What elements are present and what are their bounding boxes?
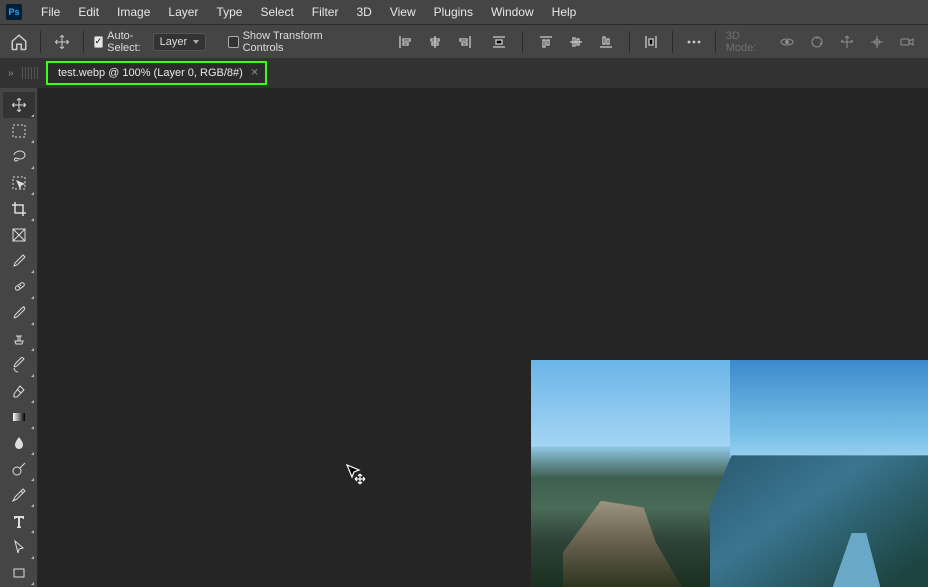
separator (715, 31, 716, 53)
align-left-icon[interactable] (392, 29, 418, 55)
menu-view[interactable]: View (381, 0, 425, 24)
auto-select-label: Auto-Select: (107, 30, 149, 54)
move-tool-icon[interactable] (51, 29, 73, 55)
tool-eraser[interactable] (3, 378, 35, 404)
3d-pan-icon[interactable] (834, 29, 860, 55)
menu-file[interactable]: File (32, 0, 69, 24)
align-vcenter-icon[interactable] (563, 29, 589, 55)
tool-pen[interactable] (3, 482, 35, 508)
document-tab[interactable]: test.webp @ 100% (Layer 0, RGB/8#) ✕ (46, 61, 267, 85)
tool-history-brush[interactable] (3, 352, 35, 378)
3d-mode-group (774, 29, 920, 55)
menu-plugins[interactable]: Plugins (425, 0, 482, 24)
tool-lasso[interactable] (3, 144, 35, 170)
show-transform-checkbox[interactable] (228, 36, 238, 48)
3d-orbit-icon[interactable] (774, 29, 800, 55)
menu-type[interactable]: Type (207, 0, 251, 24)
tool-brush[interactable] (3, 300, 35, 326)
align-group-horizontal (392, 29, 478, 55)
show-transform-option[interactable]: Show Transform Controls (228, 30, 346, 54)
tool-marquee[interactable] (3, 118, 35, 144)
distribute-v-icon[interactable] (640, 29, 662, 55)
menu-bar: Ps File Edit Image Layer Type Select Fil… (0, 0, 928, 24)
auto-select-checkbox[interactable] (94, 36, 104, 48)
menu-edit[interactable]: Edit (69, 0, 108, 24)
tool-type[interactable] (3, 508, 35, 534)
tool-rectangle[interactable] (3, 560, 35, 586)
auto-select-option[interactable]: Auto-Select: Layer (94, 30, 207, 54)
options-bar: Auto-Select: Layer Show Transform Contro… (0, 24, 928, 58)
menu-window[interactable]: Window (482, 0, 543, 24)
tool-eyedropper[interactable] (3, 248, 35, 274)
tool-frame[interactable] (3, 222, 35, 248)
document-image[interactable] (531, 360, 928, 587)
tool-clone[interactable] (3, 326, 35, 352)
3d-mode-label: 3D Mode: (726, 30, 766, 54)
distribute-group-h (486, 29, 512, 55)
separator (672, 31, 673, 53)
panel-collapse-icon[interactable]: » (8, 68, 22, 79)
close-tab-icon[interactable]: ✕ (250, 68, 258, 79)
more-options-icon[interactable] (683, 29, 705, 55)
tool-healing[interactable] (3, 274, 35, 300)
align-right-icon[interactable] (452, 29, 478, 55)
tool-gradient[interactable] (3, 404, 35, 430)
app-logo: Ps (6, 4, 22, 20)
align-hcenter-icon[interactable] (422, 29, 448, 55)
menu-select[interactable]: Select (251, 0, 302, 24)
workspace (0, 88, 928, 587)
separator (83, 31, 84, 53)
home-button[interactable] (8, 29, 30, 55)
menu-help[interactable]: Help (543, 0, 586, 24)
ruler-guide-icon (22, 67, 40, 79)
document-tab-label: test.webp @ 100% (Layer 0, RGB/8#) (58, 67, 243, 79)
tools-panel (0, 88, 38, 587)
tool-dodge[interactable] (3, 456, 35, 482)
distribute-h-icon[interactable] (486, 29, 512, 55)
align-group-vertical (533, 29, 619, 55)
menu-filter[interactable]: Filter (303, 0, 348, 24)
document-tab-row: » test.webp @ 100% (Layer 0, RGB/8#) ✕ (0, 58, 928, 88)
tool-move[interactable] (3, 92, 35, 118)
menu-layer[interactable]: Layer (159, 0, 207, 24)
3d-slide-icon[interactable] (864, 29, 890, 55)
tool-crop[interactable] (3, 196, 35, 222)
show-transform-label: Show Transform Controls (243, 30, 347, 54)
separator (40, 31, 41, 53)
menu-3d[interactable]: 3D (347, 0, 380, 24)
align-bottom-icon[interactable] (593, 29, 619, 55)
3d-roll-icon[interactable] (804, 29, 830, 55)
canvas-area[interactable] (38, 88, 928, 587)
tool-path-select[interactable] (3, 534, 35, 560)
separator (522, 31, 523, 53)
align-top-icon[interactable] (533, 29, 559, 55)
tool-object-select[interactable] (3, 170, 35, 196)
tool-blur[interactable] (3, 430, 35, 456)
3d-camera-icon[interactable] (894, 29, 920, 55)
separator (629, 31, 630, 53)
menu-image[interactable]: Image (108, 0, 159, 24)
auto-select-scope-dropdown[interactable]: Layer (153, 33, 207, 51)
